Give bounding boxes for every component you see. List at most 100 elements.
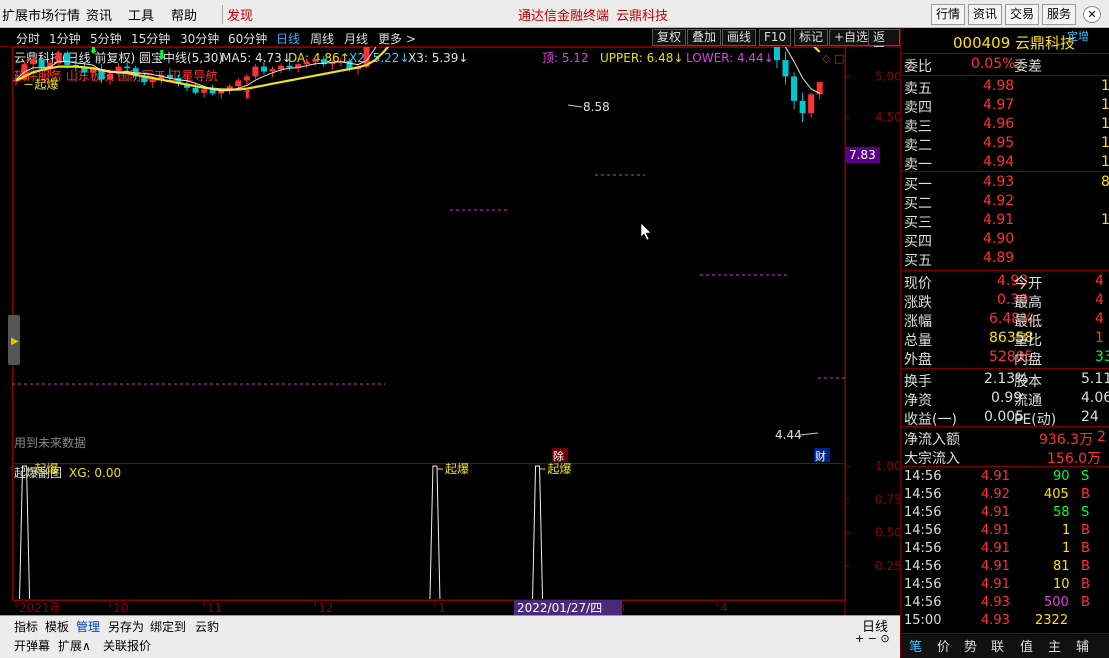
date-tick-label: 2021年 (19, 601, 62, 615)
spike-label: 起爆 (548, 462, 572, 476)
period-tab-active[interactable]: 日线 (276, 30, 300, 47)
bid-level-row: 买三 4.91 1 (904, 212, 1109, 231)
app-title: 通达信金融终端 (518, 9, 610, 24)
candle-body (64, 52, 71, 65)
candle-body (107, 73, 114, 80)
dividend-badge[interactable]: 除 (553, 449, 564, 463)
net-inflow-row: 净流入额 936.3万 2 (904, 429, 1106, 448)
finance-badge[interactable]: 财 (815, 449, 826, 463)
candle-body (218, 91, 225, 94)
candle-body (260, 66, 267, 72)
tab-link[interactable]: 联 (991, 636, 1004, 655)
period-tab[interactable]: 分时 (16, 30, 40, 47)
period-more[interactable]: 更多 > (378, 30, 416, 47)
tab-template[interactable]: 模板 (45, 618, 69, 635)
tab-yunyue[interactable]: 云豹 (195, 618, 219, 635)
price-tick-label: 4.50 (875, 110, 900, 124)
stat-row: 外盘 52805 内盘 33 (904, 349, 1109, 368)
spike-label: 起爆 (445, 462, 469, 476)
news-button[interactable]: 资讯 (968, 4, 1003, 25)
tab-tick[interactable]: 笔 (909, 636, 922, 655)
add-favorite-button[interactable]: +自选 (829, 29, 874, 46)
tick-row: 15:00 4.93 2322 (904, 613, 1069, 628)
tab-trend[interactable]: 势 (964, 636, 977, 655)
kline-chart[interactable]: ▶ 云鼎科技(日线 前复权) 圆宝中线(5,30) MA5: 4.73↓ DA:… (0, 0, 902, 615)
candle-body (252, 66, 259, 77)
overlay-button[interactable]: 叠加 (687, 29, 722, 46)
fuquan-button[interactable]: 复权 (652, 29, 687, 46)
period-tab[interactable]: 30分钟 (180, 30, 219, 47)
tick-row: 14:56 4.91 90 S (904, 469, 1090, 484)
period-tab[interactable]: 1分钟 (49, 30, 81, 47)
tab-indicator[interactable]: 指标 (14, 618, 38, 635)
candle-body (312, 59, 319, 62)
high-price-label: 8.58 (583, 100, 610, 114)
back-button[interactable]: 返回 (868, 29, 900, 59)
candle-body (286, 65, 293, 68)
period-tab[interactable]: 15分钟 (131, 30, 170, 47)
ding-label: 顶: 5.12 (542, 51, 589, 65)
panel-tabs: 笔 价 势 联 值 主 辅 (901, 635, 1109, 658)
ask-level-row: 卖二 4.95 1 (904, 135, 1109, 154)
trade-button[interactable]: 交易 (1005, 4, 1040, 25)
bid-level-row: 买五 4.89 (904, 250, 1015, 269)
fundamental-row: 收益(一) 0.005 PE(动) 24 (904, 409, 1099, 428)
menu-news[interactable]: 资讯 (86, 5, 112, 24)
tick-row: 14:56 4.91 58 S (904, 505, 1090, 520)
tab-main[interactable]: 主 (1048, 636, 1061, 655)
stat-row: 现价 4.93 今开 4 (904, 273, 1104, 292)
draw-button[interactable]: 画线 (722, 29, 757, 46)
sell-arrow-icon: ⬇ (88, 47, 99, 58)
date-tick-label: 10 (113, 601, 128, 615)
ma5-label: MA5: 4.73↓ (221, 51, 292, 65)
sub-tick-label: 0.50 (875, 526, 900, 540)
menu-tools[interactable]: 工具 (128, 5, 154, 24)
qibao-signal-label: 起爆 (35, 77, 59, 91)
period-tab[interactable]: 60分钟 (228, 30, 267, 47)
menu-help[interactable]: 帮助 (171, 5, 197, 24)
tab-assist[interactable]: 辅 (1076, 636, 1089, 655)
bid-level-row: 买四 4.90 (904, 231, 1015, 250)
candle-body (799, 100, 806, 114)
buy-arrow-icon: ⬆ (242, 88, 253, 103)
linked-quotes-button[interactable]: 关联报价 (103, 637, 151, 654)
bottom-toolbar: 指标 模板 管理 另存为 绑定到 云豹 日线 + − ⊙ 开弹幕 扩展∧ 关联报… (0, 615, 900, 658)
expand-button[interactable]: 扩展∧ (58, 637, 91, 654)
popup-button[interactable]: 开弹幕 (14, 637, 50, 654)
menubar: 扩展市场行情 资讯 工具 帮助 发现 通达信金融终端 云鼎科技 行情 资讯 交易… (0, 0, 1109, 28)
future-data-note: 用到未来数据 (14, 435, 86, 450)
lower-label: LOWER: 4.44↓ (686, 51, 774, 65)
tab-save-as[interactable]: 另存为 (108, 618, 144, 635)
mark-button[interactable]: 标记 (794, 29, 829, 46)
candle-body (808, 94, 815, 114)
menu-discover[interactable]: 发现 (222, 5, 253, 24)
tick-row: 14:56 4.92 405 B (904, 487, 1090, 502)
tick-row: 14:56 4.91 10 B (904, 577, 1090, 592)
service-button[interactable]: 服务 (1042, 4, 1077, 25)
tab-price[interactable]: 价 (937, 636, 950, 655)
xg-value: XG: 0.00 (69, 466, 121, 480)
market-button[interactable]: 行情 (931, 4, 966, 25)
period-tab[interactable]: 周线 (310, 30, 334, 47)
candle-body (192, 87, 199, 93)
stock-code-name[interactable]: 000409 云鼎科技 (953, 32, 1075, 53)
tab-value[interactable]: 值 (1020, 636, 1033, 655)
period-tab[interactable]: 月线 (344, 30, 368, 47)
sub-tick-label: 0.75 (875, 492, 900, 506)
tab-bind[interactable]: 绑定到 (150, 618, 186, 635)
tab-manage[interactable]: 管理 (76, 618, 100, 635)
current-price-label: 7.83 (849, 148, 876, 162)
square-icon[interactable]: □ (834, 52, 844, 65)
period-bar: 分时 1分钟 5分钟 15分钟 30分钟 60分钟 日线 周线 月线 更多 > … (0, 28, 900, 59)
menu-extended-market[interactable]: 扩展市场行情 (2, 5, 80, 24)
f10-button[interactable]: F10 (759, 29, 792, 46)
close-icon[interactable]: ✕ (1083, 6, 1101, 23)
expand-arrow-icon[interactable]: ▶ (11, 336, 19, 347)
zoom-controls[interactable]: + − ⊙ (855, 632, 890, 645)
ask-level-row: 卖四 4.97 1 (904, 97, 1109, 116)
chart-area[interactable]: ▶ 云鼎科技(日线 前复权) 圆宝中线(5,30) MA5: 4.73↓ DA:… (0, 0, 902, 615)
date-tick-label: 11 (207, 601, 222, 615)
diamond-icon[interactable]: ◇ (822, 52, 831, 65)
ask-level-row: 卖三 4.96 1 (904, 116, 1109, 135)
period-tab[interactable]: 5分钟 (90, 30, 122, 47)
